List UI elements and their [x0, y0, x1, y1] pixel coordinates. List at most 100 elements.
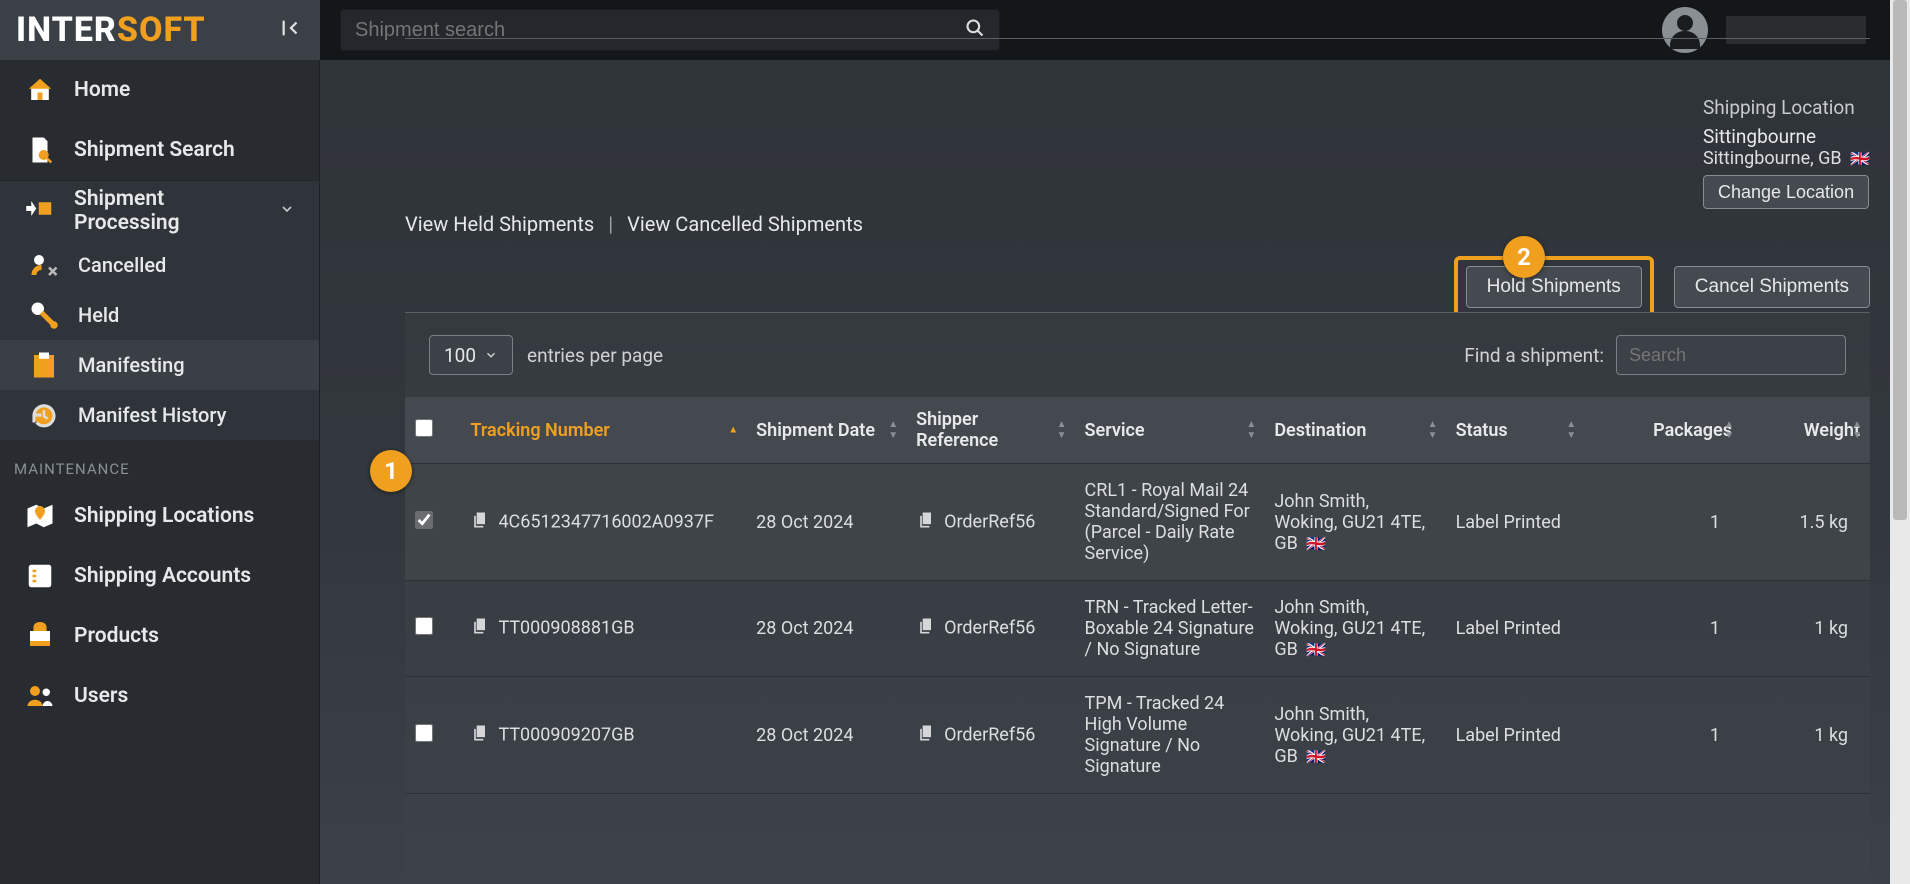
avatar[interactable] — [1662, 7, 1708, 53]
th-dest[interactable]: Destination▲▼ — [1264, 397, 1445, 464]
sidebar-item-label: Cancelled — [78, 253, 166, 277]
cell-destination: John Smith, Woking, GU21 4TE, GB 🇬🇧 — [1264, 464, 1445, 581]
shipping-location-addr: Sittingbourne, GB 🇬🇧 — [1703, 148, 1870, 169]
tracking-number: TT000908881GB — [498, 617, 634, 638]
cell-ref[interactable]: OrderRef56 — [906, 464, 1074, 581]
cancelled-icon — [28, 249, 60, 281]
window-scrollbar[interactable] — [1890, 0, 1910, 884]
divider — [405, 38, 1870, 39]
th-tracking[interactable]: Tracking Number▲ — [460, 397, 746, 464]
shipper-reference: OrderRef56 — [944, 617, 1035, 638]
cell-weight: 1 kg — [1742, 581, 1870, 677]
cancel-shipments-button[interactable]: Cancel Shipments — [1674, 266, 1870, 308]
th-label: Status — [1456, 420, 1508, 441]
user-box — [1662, 7, 1890, 53]
row-checkbox[interactable] — [415, 511, 433, 529]
search-wrap — [340, 9, 1000, 51]
copy-icon[interactable] — [470, 510, 490, 535]
sidebar-item-shipping-locations[interactable]: Shipping Locations — [0, 486, 319, 546]
table-row[interactable]: TT000908881GB28 Oct 2024OrderRef56TRN - … — [405, 581, 1870, 677]
cell-weight: 1.5 kg — [1742, 464, 1870, 581]
sidebar-item-label: Manifesting — [78, 353, 185, 377]
home-icon — [24, 74, 56, 106]
sidebar-section-maintenance: MAINTENANCE — [0, 440, 319, 486]
copy-icon[interactable] — [916, 723, 936, 748]
row-checkbox[interactable] — [415, 724, 433, 742]
cell-service: CRL1 - Royal Mail 24 Standard/Signed For… — [1075, 464, 1265, 581]
shipment-search[interactable] — [340, 9, 1000, 51]
table-panel: 100 entries per page Find a shipment: — [405, 312, 1870, 884]
cell-packages: 1 — [1584, 464, 1742, 581]
cell-status: Label Printed — [1446, 581, 1585, 677]
select-all-checkbox[interactable] — [415, 419, 433, 437]
collapse-sidebar-icon[interactable] — [280, 17, 302, 44]
th-packages[interactable]: Packages▲▼ — [1584, 397, 1742, 464]
find-input[interactable] — [1616, 335, 1846, 375]
brand-part1: INTER — [16, 10, 117, 50]
th-weight[interactable]: Weight▲▼ — [1742, 397, 1870, 464]
brand-box: INTERSOFT — [0, 0, 320, 60]
copy-icon[interactable] — [916, 510, 936, 535]
main: Shipping Location Sittingbourne Sittingb… — [320, 60, 1890, 884]
sidebar-item-label: Users — [74, 684, 128, 708]
th-date[interactable]: Shipment Date▲▼ — [746, 397, 906, 464]
history-icon — [28, 399, 60, 431]
link-held-shipments[interactable]: View Held Shipments — [405, 212, 594, 236]
cell-date: 28 Oct 2024 — [746, 677, 906, 794]
sidebar-item-manifesting[interactable]: Manifesting — [0, 340, 319, 390]
sidebar-item-home[interactable]: Home — [0, 60, 319, 120]
th-select-all[interactable] — [405, 397, 460, 464]
cell-status: Label Printed — [1446, 677, 1585, 794]
sidebar-item-label: Manifest History — [78, 403, 226, 427]
sidebar-item-label: Shipment Search — [74, 138, 235, 162]
brand-part2: SOFT — [117, 10, 206, 50]
cell-checkbox[interactable] — [405, 677, 460, 794]
cell-ref[interactable]: OrderRef56 — [906, 677, 1074, 794]
users-icon — [24, 680, 56, 712]
link-cancelled-shipments[interactable]: View Cancelled Shipments — [627, 212, 863, 236]
sidebar-item-cancelled[interactable]: Cancelled — [0, 240, 319, 290]
highlight-hold: Hold Shipments — [1454, 256, 1654, 318]
per-page-value: 100 — [444, 344, 476, 367]
copy-icon[interactable] — [916, 616, 936, 641]
th-service[interactable]: Service▲▼ — [1075, 397, 1265, 464]
flag-icon: 🇬🇧 — [1306, 747, 1326, 766]
cell-service: TRN - Tracked Letter-Boxable 24 Signatur… — [1075, 581, 1265, 677]
processing-icon — [24, 195, 56, 227]
cell-tracking[interactable]: TT000909207GB — [460, 677, 746, 794]
sidebar-item-shipment-search[interactable]: Shipment Search — [0, 120, 319, 180]
per-page: 100 entries per page — [429, 335, 663, 375]
cell-checkbox[interactable] — [405, 464, 460, 581]
hold-shipments-button[interactable]: Hold Shipments — [1466, 266, 1642, 308]
th-ref[interactable]: Shipper Reference▲▼ — [906, 397, 1074, 464]
sidebar-item-shipment-processing[interactable]: Shipment Processing — [0, 180, 319, 240]
find-label: Find a shipment: — [1464, 344, 1604, 367]
table-controls: 100 entries per page Find a shipment: — [405, 313, 1870, 397]
per-page-select[interactable]: 100 — [429, 335, 513, 375]
sidebar-item-products[interactable]: Products — [0, 606, 319, 666]
map-pin-icon — [24, 500, 56, 532]
sidebar-item-shipping-accounts[interactable]: Shipping Accounts — [0, 546, 319, 606]
cell-tracking[interactable]: TT000908881GB — [460, 581, 746, 677]
th-label: Service — [1085, 420, 1145, 441]
link-sep: | — [608, 212, 613, 236]
shipping-location-label: Shipping Location — [1703, 96, 1870, 119]
row-checkbox[interactable] — [415, 617, 433, 635]
cell-ref[interactable]: OrderRef56 — [906, 581, 1074, 677]
table-row[interactable]: 4C6512347716002A0937F28 Oct 2024OrderRef… — [405, 464, 1870, 581]
cell-tracking[interactable]: 4C6512347716002A0937F — [460, 464, 746, 581]
shipping-location-name: Sittingbourne — [1703, 125, 1870, 148]
copy-icon[interactable] — [470, 616, 490, 641]
sidebar-item-held[interactable]: Held — [0, 290, 319, 340]
th-status[interactable]: Status▲▼ — [1446, 397, 1585, 464]
flag-icon: 🇬🇧 — [1306, 640, 1326, 659]
copy-icon[interactable] — [470, 723, 490, 748]
sidebar-item-manifest-history[interactable]: Manifest History — [0, 390, 319, 440]
scrollbar-thumb[interactable] — [1893, 0, 1907, 520]
change-location-button[interactable]: Change Location — [1703, 175, 1869, 209]
sidebar: Home Shipment Search Shipment Processing… — [0, 60, 320, 884]
sidebar-item-users[interactable]: Users — [0, 666, 319, 726]
table-row[interactable]: TT000909207GB28 Oct 2024OrderRef56TPM - … — [405, 677, 1870, 794]
th-label: Tracking Number — [470, 420, 609, 441]
cell-checkbox[interactable] — [405, 581, 460, 677]
